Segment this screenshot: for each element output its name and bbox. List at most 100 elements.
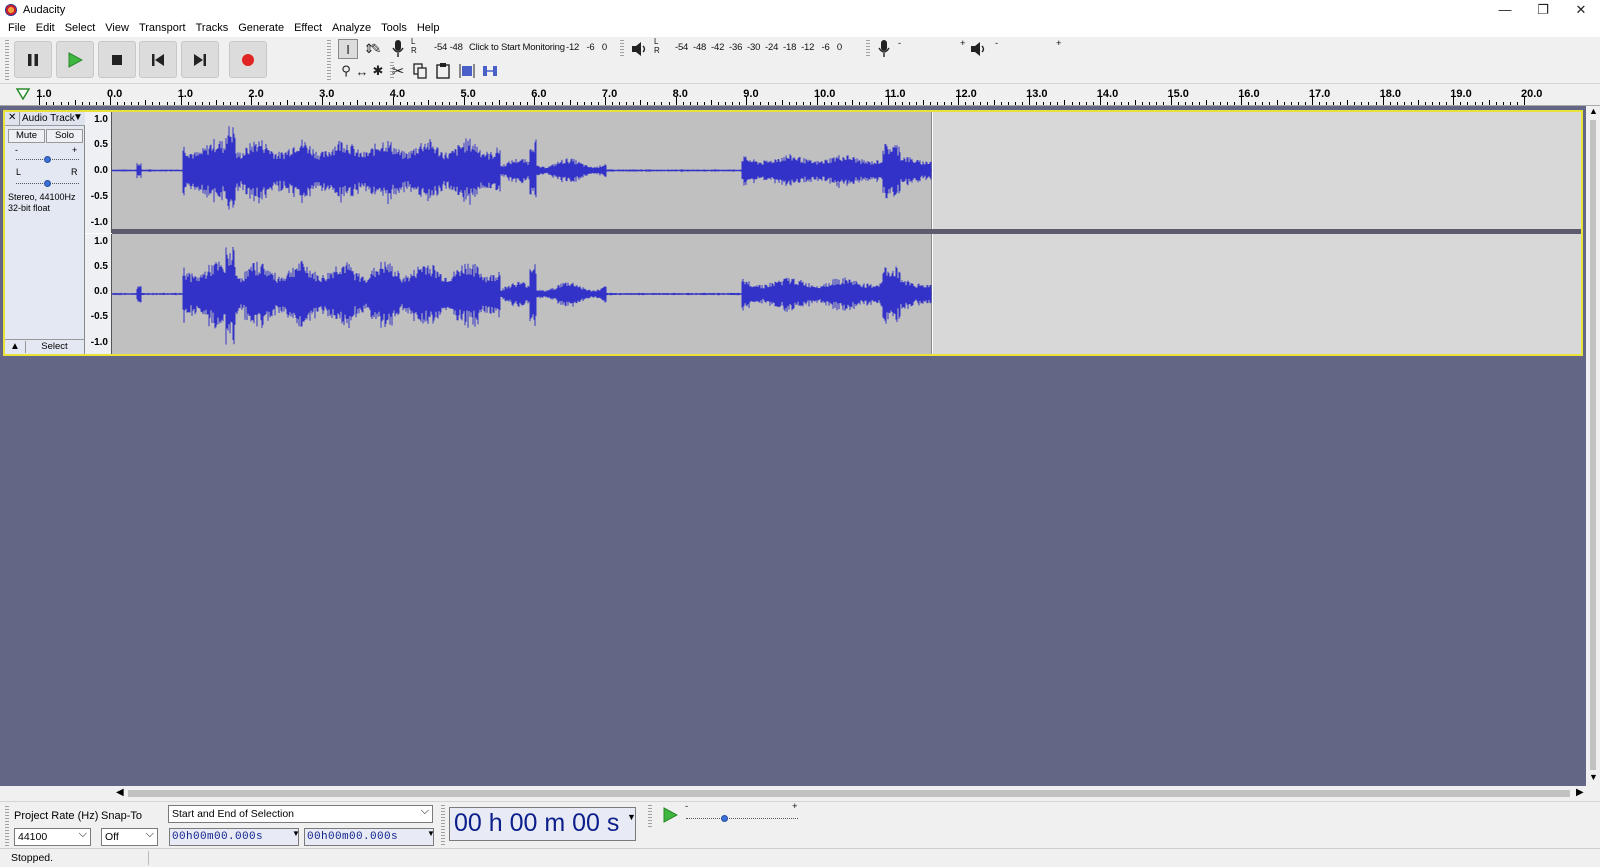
time-toolbar-grip[interactable] [441,805,445,845]
record-meter-lr-label: L R [411,37,417,55]
scale-label: -1.0 [90,337,108,348]
mute-button[interactable]: Mute [8,129,45,143]
timeline-minor-tick [1262,102,1264,105]
select-track-button[interactable]: Select [25,341,83,353]
menu-file[interactable]: File [3,22,31,34]
scroll-left-icon[interactable]: ◀ [116,787,124,798]
menu-analyze[interactable]: Analyze [327,22,376,34]
selection-end-time[interactable]: 00h00m00.000s [304,828,434,846]
selection-mode-select[interactable]: Start and End of Selection [168,805,433,823]
tools-toolbar-grip[interactable] [327,40,331,80]
minimize-button[interactable]: — [1486,0,1524,19]
restore-button[interactable]: ❐ [1524,0,1562,19]
draw-tool-button[interactable]: ✎ [362,39,382,59]
timeline-minor-tick [406,102,408,105]
status-divider [148,851,149,865]
multi-tool-button[interactable]: ✱ [368,61,388,81]
paste-button[interactable] [433,61,453,81]
track-name-menu[interactable]: Audio Track [22,113,75,124]
scroll-down-icon[interactable]: ▼ [1589,772,1598,782]
playback-meter-button[interactable] [629,38,651,60]
menu-tracks[interactable]: Tracks [191,22,234,34]
timeline-minor-tick [1347,100,1349,105]
solo-button[interactable]: Solo [46,129,83,143]
record-meter-button[interactable] [387,38,409,60]
timeline-minor-tick [880,102,882,105]
end-time-format-icon[interactable]: ▼ [427,829,435,838]
timeline-minor-tick [1509,102,1511,105]
selection-toolbar-grip[interactable] [5,806,9,846]
vertical-scroll-thumb[interactable] [1590,120,1596,770]
timeline-minor-tick [1375,102,1377,105]
playback-speed-slider[interactable] [686,811,798,819]
track-panel[interactable]: ✕ Audio Track ▼ Mute Solo - + L R Stereo… [0,106,1586,786]
right-channel[interactable] [112,234,1581,354]
timeline-minor-tick [74,100,76,105]
mixer-toolbar-grip[interactable] [866,40,870,58]
timeline-tick [1170,97,1172,105]
time-format-icon[interactable]: ▼ [627,812,636,822]
menu-edit[interactable]: Edit [31,22,60,34]
skip-to-start-button[interactable] [139,41,177,78]
project-rate-select[interactable]: 44100 [14,828,91,846]
timeline-tick [110,97,111,105]
playback-volume-minus: - [995,38,998,49]
vertical-scrollbar[interactable]: ▲ ▼ [1586,106,1600,786]
horizontal-scroll-thumb[interactable] [128,790,1570,797]
close-track-button[interactable]: ✕ [8,112,20,125]
menu-effect[interactable]: Effect [289,22,327,34]
play-button[interactable] [56,41,94,78]
audio-position-display[interactable]: 00 h 00 m 00 s [449,807,636,841]
start-monitoring-prompt[interactable]: Click to Start Monitoring [469,42,565,53]
pause-button[interactable] [14,41,52,78]
transport-toolbar-grip[interactable] [5,40,9,80]
pan-slider-thumb[interactable] [43,180,51,187]
timeline-tick [322,97,324,105]
stop-icon [112,54,122,65]
skip-to-end-button[interactable] [181,41,219,78]
play-at-speed-grip[interactable] [648,805,652,827]
gain-slider-thumb[interactable] [43,156,51,163]
audio-track[interactable]: ✕ Audio Track ▼ Mute Solo - + L R Stereo… [3,110,1583,356]
start-time-format-icon[interactable]: ▼ [292,829,300,838]
selection-tool-button[interactable]: I [338,39,358,59]
snap-to-select[interactable]: Off [101,828,158,846]
menu-tools[interactable]: Tools [376,22,412,34]
track-control-panel[interactable]: ✕ Audio Track ▼ Mute Solo - + L R Stereo… [5,112,85,354]
left-channel[interactable] [112,112,1581,229]
trim-audio-button[interactable] [457,61,477,81]
timeline-minor-tick [1255,102,1257,105]
play-at-speed-button[interactable] [659,804,681,826]
empty-region-left[interactable] [933,112,1581,229]
scroll-right-icon[interactable]: ▶ [1576,787,1584,798]
playback-meter-grip[interactable] [620,40,624,58]
recording-volume-minus: - [898,38,901,49]
playback-volume-icon-wrap [969,39,989,59]
selection-toolbar: Project Rate (Hz) 44100 Snap-To Off Star… [0,801,1600,848]
menu-select[interactable]: Select [60,22,101,34]
timeline-minor-tick [696,102,698,105]
i-beam-icon: I [346,41,350,57]
menu-view[interactable]: View [100,22,134,34]
timeline-tick [463,97,465,105]
timeline-minor-tick [1198,102,1200,105]
timeline-ruler[interactable]: 1.0 0.0 1.0 2.0 3.0 4.0 5.0 6.0 7.0 8.0 9.0 10.0 11.… [0,84,1600,106]
stop-button[interactable] [98,41,136,78]
horizontal-scrollbar[interactable]: ◀ ▶ [0,786,1600,801]
menu-transport[interactable]: Transport [134,22,191,34]
silence-audio-button[interactable] [480,61,500,81]
cut-button[interactable]: ✂ [388,61,408,81]
scroll-up-icon[interactable]: ▲ [1589,106,1598,116]
timeline-minor-tick [315,102,317,105]
collapse-track-button[interactable]: ▲ [10,341,20,352]
record-button[interactable] [229,41,267,78]
timeline-minor-tick [1502,102,1504,105]
empty-region-right[interactable] [933,234,1581,354]
speaker-icon [971,42,985,56]
selection-start-time[interactable]: 00h00m00.000s [169,828,299,846]
menu-generate[interactable]: Generate [233,22,289,34]
timeline-minor-tick [1495,102,1497,105]
copy-button[interactable] [410,61,430,81]
close-window-button[interactable]: ✕ [1562,0,1600,19]
menu-help[interactable]: Help [412,22,445,34]
